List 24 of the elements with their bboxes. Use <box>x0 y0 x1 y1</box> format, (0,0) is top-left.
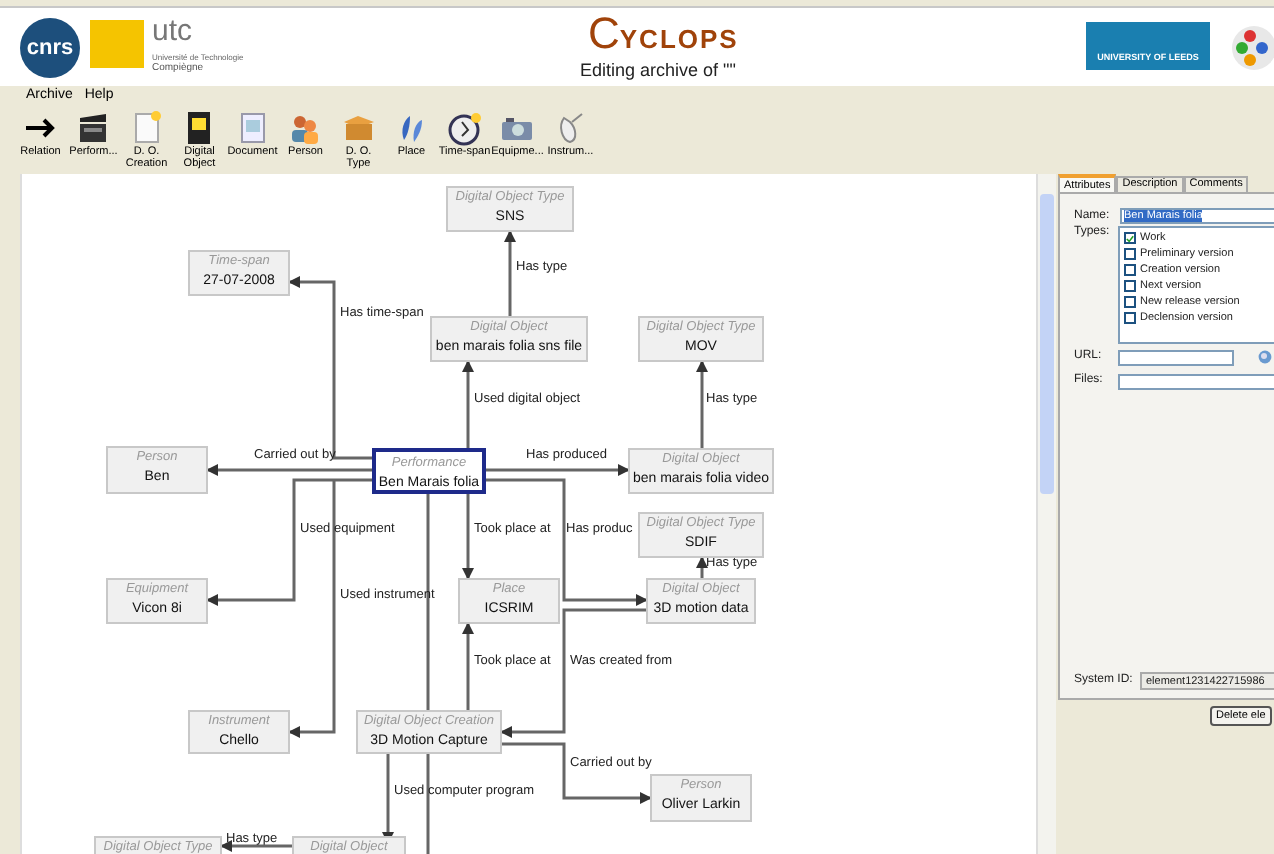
logo-block <box>90 20 144 68</box>
checkbox[interactable] <box>1124 312 1136 324</box>
connector-arrow <box>462 622 474 710</box>
scrollbar[interactable] <box>1036 174 1056 854</box>
globe-icon[interactable] <box>1258 350 1272 364</box>
checkbox[interactable] <box>1124 280 1136 292</box>
connector-arrow <box>504 230 516 316</box>
checkbox[interactable] <box>1124 296 1136 308</box>
checkbox[interactable] <box>1124 248 1136 260</box>
logo: cnrs <box>20 18 80 78</box>
connector-arrow <box>462 360 474 448</box>
checkbox[interactable] <box>1124 264 1136 276</box>
subtitle: Editing archive of "" <box>580 60 736 80</box>
scroll-thumb[interactable] <box>1040 194 1054 494</box>
checkbox[interactable] <box>1124 232 1136 244</box>
connector-arrow <box>462 494 474 580</box>
app-title: CYCLOPS <box>588 10 739 58</box>
files-field[interactable] <box>1118 373 1274 389</box>
connector-arrow <box>696 556 708 578</box>
logo-text: utc <box>152 16 193 48</box>
url-field[interactable] <box>1118 349 1234 365</box>
clock-icon[interactable] <box>445 110 484 146</box>
connector-arrow <box>696 360 708 448</box>
logo-icon <box>1226 22 1274 74</box>
